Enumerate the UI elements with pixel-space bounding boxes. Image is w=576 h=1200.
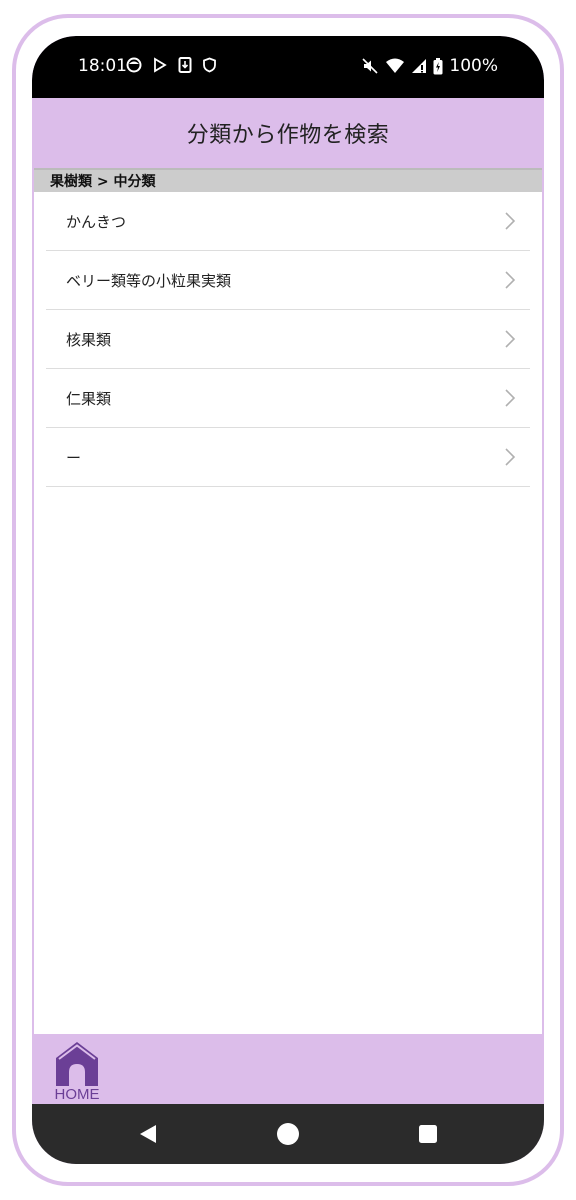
face-icon (126, 57, 142, 73)
battery-percentage: 100% (449, 56, 498, 76)
status-bar: 18:01 100% (32, 36, 544, 98)
list-item-label: 核果類 (66, 330, 112, 349)
list-item[interactable]: ベリー類等の小粒果実類 (46, 251, 530, 310)
battery-icon (433, 57, 443, 74)
mute-icon (362, 58, 378, 74)
recents-square-icon (419, 1125, 437, 1143)
list-item[interactable]: 仁果類 (46, 369, 530, 428)
page-title: 分類から作物を検索 (186, 123, 390, 148)
nav-home-button[interactable] (273, 1119, 303, 1149)
list-item[interactable]: 核果類 (46, 310, 530, 369)
back-triangle-icon (140, 1125, 156, 1143)
shield-icon (203, 57, 216, 73)
home-icon (56, 1042, 98, 1086)
list-item-label: ベリー類等の小粒果実類 (66, 271, 232, 290)
chevron-right-icon (505, 330, 516, 348)
main-content[interactable]: 果樹類 > 中分類 かんきつ ベリー類等の小粒果実類 核果類 仁果類 ー (34, 168, 542, 1034)
footer-bar: HOME (32, 1034, 544, 1104)
play-store-icon (154, 57, 167, 73)
category-list: かんきつ ベリー類等の小粒果実類 核果類 仁果類 ー (46, 192, 530, 487)
list-item[interactable]: かんきつ (46, 192, 530, 251)
list-item-label: ー (66, 448, 82, 467)
device-screen: 18:01 100% 分類から作物を検索 果樹類 > 中分類 かんきつ ベリー類… (32, 36, 544, 1164)
signal-icon (412, 59, 427, 73)
chevron-right-icon (505, 271, 516, 289)
nav-recents-button[interactable] (413, 1119, 443, 1149)
status-icons-right: 100% (361, 56, 498, 76)
chevron-right-icon (505, 389, 516, 407)
list-item-label: 仁果類 (66, 389, 112, 408)
status-icons-left (126, 57, 217, 73)
wifi-icon (386, 58, 405, 73)
status-time: 18:01 (78, 56, 127, 76)
list-item[interactable]: ー (46, 428, 530, 487)
system-navigation-bar (32, 1104, 544, 1164)
nav-back-button[interactable] (133, 1119, 163, 1149)
list-item-label: かんきつ (66, 212, 127, 231)
breadcrumb: 果樹類 > 中分類 (34, 168, 542, 192)
chevron-right-icon (505, 212, 516, 230)
chevron-right-icon (505, 448, 516, 466)
home-circle-icon (277, 1123, 299, 1145)
download-icon (178, 57, 192, 73)
app-header: 分類から作物を検索 (32, 98, 544, 168)
home-label: HOME (54, 1086, 100, 1103)
home-button[interactable]: HOME (52, 1040, 102, 1103)
